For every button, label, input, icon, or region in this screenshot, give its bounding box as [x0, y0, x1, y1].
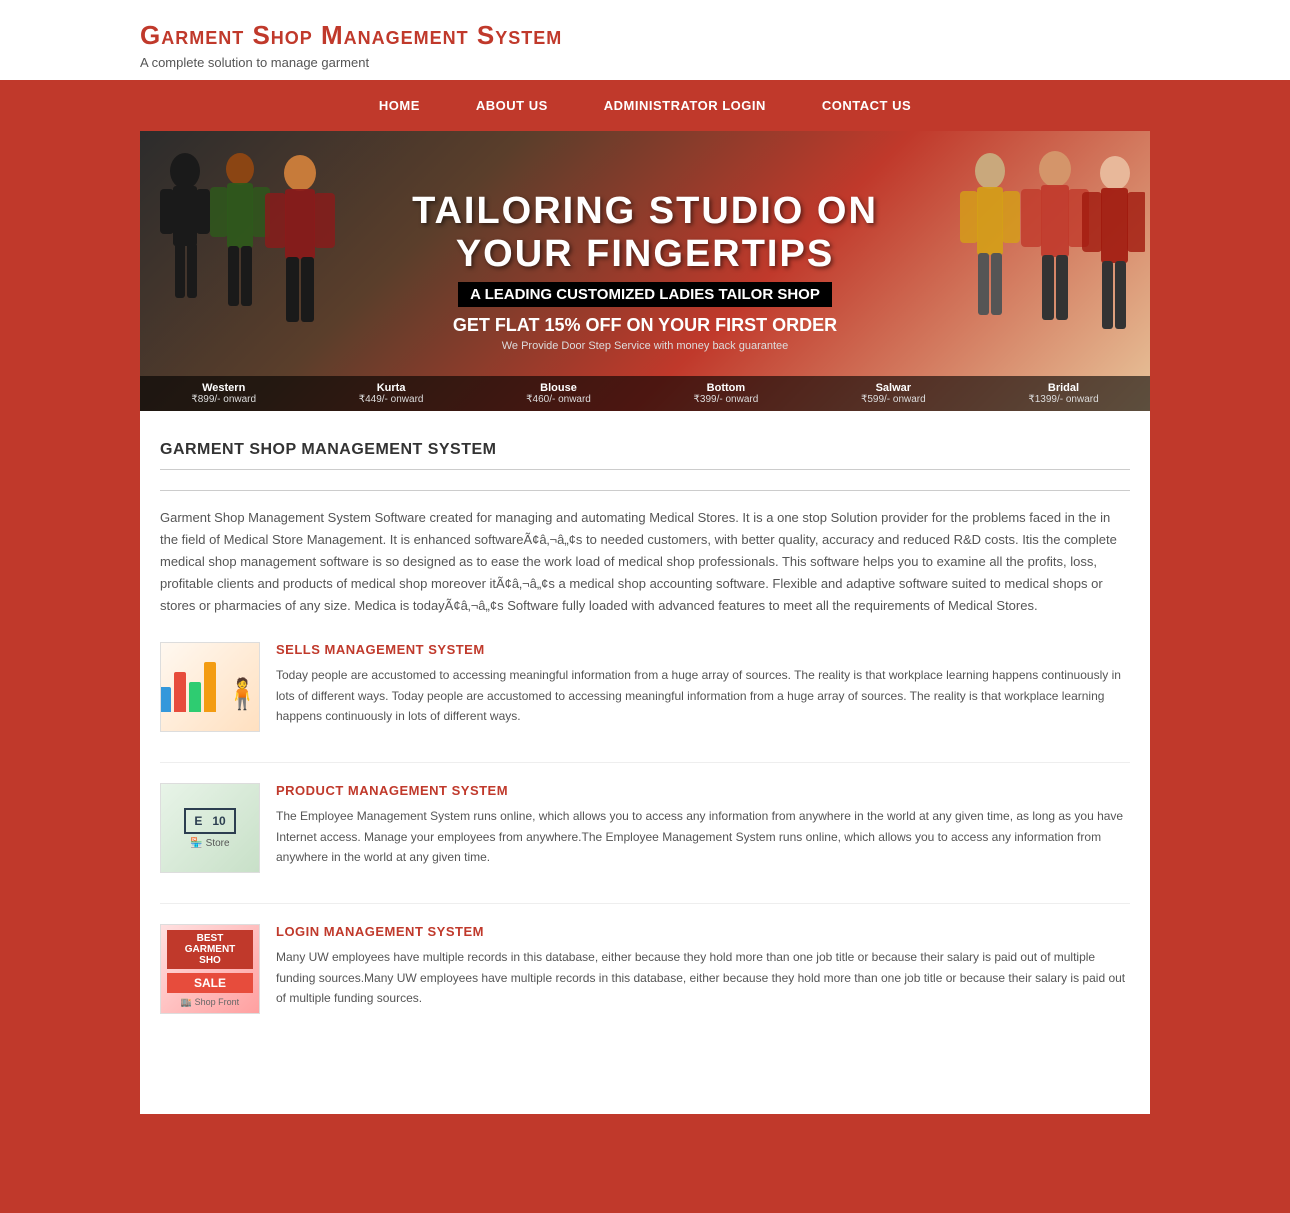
feature-item-login: BEST GARMENT SHO SALE 🏬 Shop Front LOGIN… — [160, 924, 1130, 1014]
feature-divider-0 — [160, 762, 1130, 763]
feature-content-sells: SELLS MANAGEMENT SYSTEM Today people are … — [276, 642, 1130, 732]
banner-category-bridal: Bridal₹1399/- onward — [1028, 382, 1098, 405]
feature-image-sells: 🧍 — [160, 642, 260, 732]
nav-item-contact-us[interactable]: CONTACT US — [794, 80, 939, 131]
banner-note: We Provide Door Step Service with money … — [412, 340, 878, 352]
feature-item-product: E 10 🏪 Store PRODUCT MANAGEMENT SYSTEM Th… — [160, 783, 1130, 873]
nav-item-administrator-login[interactable]: ADMINISTRATOR LOGIN — [576, 80, 794, 131]
banner-offer: GET FLAT 15% OFF ON YOUR FIRST ORDER — [412, 315, 878, 336]
banner: TAILORING STUDIO ON YOUR FINGERTIPS A LE… — [140, 131, 1150, 411]
banner-categories: Western₹899/- onward Kurta₹449/- onward Bl… — [140, 376, 1150, 411]
banner-left-mannequins — [140, 131, 340, 411]
feature-content-product: PRODUCT MANAGEMENT SYSTEM The Employee Ma… — [276, 783, 1130, 873]
feature-title-login: LOGIN MANAGEMENT SYSTEM — [276, 924, 1130, 939]
feature-text-product: The Employee Management System runs onli… — [276, 806, 1130, 867]
feature-divider-1 — [160, 903, 1130, 904]
banner-subtitle: A LEADING CUSTOMIZED LADIES TAILOR SHOP — [458, 282, 832, 307]
feature-item-sells: 🧍 SELLS MANAGEMENT SYSTEM Today people ar… — [160, 642, 1130, 732]
banner-content: TAILORING STUDIO ON YOUR FINGERTIPS A LE… — [412, 190, 878, 352]
section-title: GARMENT SHOP MANAGEMENT SYSTEM — [160, 441, 1130, 470]
feature-image-product: E 10 🏪 Store — [160, 783, 260, 873]
intro-text: Garment Shop Management System Software … — [160, 507, 1130, 617]
feature-title-sells: SELLS MANAGEMENT SYSTEM — [276, 642, 1130, 657]
banner-category-western: Western₹899/- onward — [191, 382, 256, 405]
features-container: 🧍 SELLS MANAGEMENT SYSTEM Today people ar… — [160, 642, 1130, 1014]
site-subtitle: A complete solution to manage garment — [140, 55, 1150, 70]
site-title: Garment Shop Management System — [140, 20, 1150, 51]
banner-right-mannequins — [950, 131, 1150, 411]
banner-category-kurta: Kurta₹449/- onward — [359, 382, 424, 405]
banner-category-blouse: Blouse₹460/- onward — [526, 382, 591, 405]
banner-title2: YOUR FINGERTIPS — [412, 233, 878, 276]
nav-item-about-us[interactable]: ABOUT US — [448, 80, 576, 131]
banner-title: TAILORING STUDIO ON — [412, 190, 878, 233]
feature-text-login: Many UW employees have multiple records … — [276, 947, 1130, 1008]
feature-title-product: PRODUCT MANAGEMENT SYSTEM — [276, 783, 1130, 798]
navbar: HOMEABOUT USADMINISTRATOR LOGINCONTACT U… — [0, 80, 1290, 131]
nav-list: HOMEABOUT USADMINISTRATOR LOGINCONTACT U… — [0, 80, 1290, 131]
nav-item-home[interactable]: HOME — [351, 80, 448, 131]
feature-text-sells: Today people are accustomed to accessing… — [276, 665, 1130, 726]
feature-content-login: LOGIN MANAGEMENT SYSTEM Many UW employees… — [276, 924, 1130, 1014]
banner-category-salwar: Salwar₹599/- onward — [861, 382, 926, 405]
banner-category-bottom: Bottom₹399/- onward — [694, 382, 759, 405]
feature-image-login: BEST GARMENT SHO SALE 🏬 Shop Front — [160, 924, 260, 1014]
